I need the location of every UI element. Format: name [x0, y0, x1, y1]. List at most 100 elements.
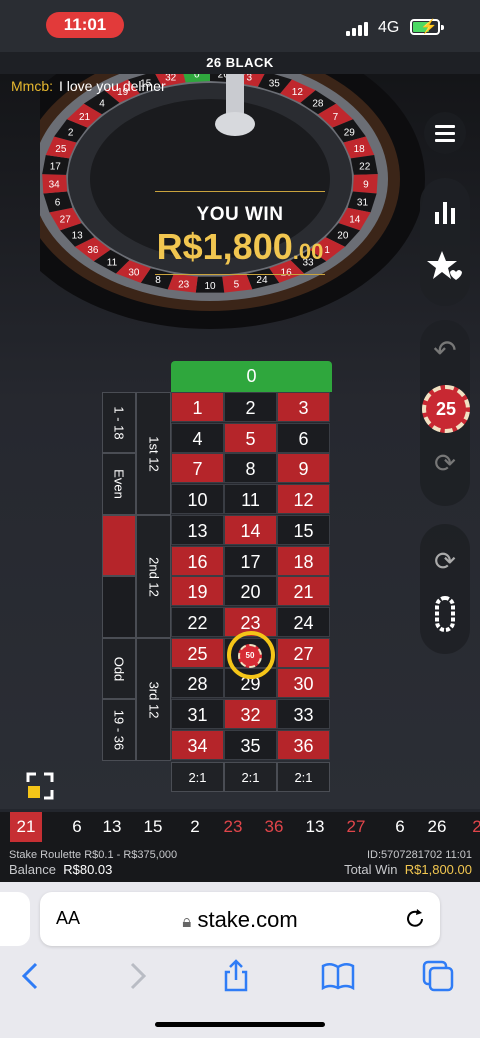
- game-limits: Stake Roulette R$0.1 - R$375,000: [9, 849, 177, 861]
- total-win-value: R$1,800.00: [404, 862, 472, 877]
- bet-odd[interactable]: Odd: [102, 638, 136, 699]
- table-cell-7[interactable]: 7: [171, 453, 224, 484]
- history-number: 21: [10, 812, 42, 842]
- chat-text: I love you delmer: [59, 78, 166, 94]
- bookmarks-icon[interactable]: [320, 958, 356, 994]
- bet-low[interactable]: 1 - 18: [102, 392, 136, 453]
- table-cell-19[interactable]: 19: [171, 576, 224, 607]
- placed-chip: 50: [238, 644, 262, 668]
- table-cell-36[interactable]: 36: [277, 729, 330, 760]
- reload-icon[interactable]: [404, 908, 426, 930]
- bet-dozen-1[interactable]: 1st 12: [136, 392, 171, 515]
- round-time: 11:01: [445, 849, 472, 861]
- table-cell-5[interactable]: 5: [224, 422, 277, 453]
- bet-black[interactable]: [102, 576, 136, 638]
- network-type: 4G: [378, 19, 400, 36]
- table-cell-33[interactable]: 33: [277, 699, 330, 729]
- table-cell-zero[interactable]: 0: [171, 361, 332, 392]
- table-cell-22[interactable]: 22: [171, 606, 224, 637]
- bet-even[interactable]: Even: [102, 453, 136, 515]
- table-cell-14[interactable]: 14: [224, 514, 277, 545]
- menu-button[interactable]: [424, 112, 466, 154]
- back-icon[interactable]: [14, 958, 50, 994]
- table-cell-20[interactable]: 20: [224, 576, 277, 607]
- previous-tab[interactable]: [0, 892, 30, 946]
- stats-panel: [420, 178, 470, 306]
- table-cell-13[interactable]: 13: [171, 514, 224, 545]
- wheel-number: 2: [68, 127, 74, 138]
- bet-column-1[interactable]: 2:1: [171, 762, 224, 792]
- wheel-number: 21: [79, 112, 91, 123]
- bet-column-3[interactable]: 2:1: [277, 762, 330, 792]
- table-cell-1[interactable]: 1: [171, 392, 224, 422]
- table-cell-34[interactable]: 34: [171, 729, 224, 760]
- table-cell-28[interactable]: 28: [171, 668, 224, 699]
- bet-even-label: Even: [111, 469, 127, 499]
- table-cell-15[interactable]: 15: [277, 514, 330, 545]
- table-cell-3[interactable]: 3: [277, 392, 330, 422]
- bet-dozen-2[interactable]: 2nd 12: [136, 515, 171, 638]
- wheel-number: 5: [234, 279, 240, 290]
- stats-icon[interactable]: [420, 198, 470, 228]
- dozen-2-label: 2nd 12: [146, 556, 161, 597]
- tabs-icon[interactable]: [420, 958, 456, 994]
- wheel-number: 30: [128, 268, 140, 279]
- table-cell-11[interactable]: 11: [224, 484, 277, 515]
- table-cell-31[interactable]: 31: [171, 699, 224, 729]
- table-cell-6[interactable]: 6: [277, 422, 330, 453]
- wheel-number: 28: [312, 98, 324, 109]
- table-cell-24[interactable]: 24: [277, 606, 330, 637]
- table-cell-25[interactable]: 25: [171, 637, 224, 668]
- history-number: 6: [395, 817, 405, 836]
- table-cell-32[interactable]: 32: [224, 699, 277, 729]
- table-cell-8[interactable]: 8: [224, 453, 277, 484]
- lock-icon: 🔒︎: [182, 912, 192, 931]
- win-divider: [155, 274, 325, 275]
- results-history: 21 6 13 15 2 23 36 13 27 6 26 2: [0, 812, 480, 842]
- table-cell-21[interactable]: 21: [277, 576, 330, 607]
- wheel-number: 4: [99, 98, 105, 109]
- game-info-bar: Stake Roulette R$0.1 - R$375,000 Balance…: [0, 842, 480, 882]
- table-cell-9[interactable]: 9: [277, 453, 330, 484]
- history-number: 23: [223, 817, 243, 836]
- dozen-1-label: 1st 12: [146, 435, 161, 472]
- bet-high[interactable]: 19 - 36: [102, 699, 136, 761]
- table-cell-18[interactable]: 18: [277, 545, 330, 576]
- table-cell-12[interactable]: 12: [277, 484, 330, 515]
- last-result: 26 BLACK: [0, 52, 480, 74]
- browser-chrome: AA 🔒︎ stake.com: [0, 882, 480, 1038]
- round-id: ID:5707281702: [366, 849, 443, 861]
- bet-column-2[interactable]: 2:1: [224, 762, 277, 792]
- wheel-number: 7: [333, 112, 339, 123]
- history-number: 13: [305, 817, 325, 836]
- table-cell-2[interactable]: 2: [224, 392, 277, 422]
- autoplay-icon[interactable]: ⟳: [420, 546, 470, 577]
- history-number: 15: [143, 817, 163, 836]
- rebet-icon[interactable]: ⟳: [420, 448, 470, 479]
- forward-icon[interactable]: [118, 958, 154, 994]
- bet-red[interactable]: [102, 515, 136, 576]
- url-text: 🔒︎ stake.com: [40, 907, 440, 933]
- table-cell-30[interactable]: 30: [277, 668, 330, 699]
- battery-icon: ⚡: [410, 18, 444, 35]
- fullscreen-icon[interactable]: [26, 772, 54, 800]
- bet-odd-label: Odd: [111, 656, 127, 681]
- wheel-number: 24: [256, 275, 268, 286]
- racetrack-icon[interactable]: [420, 594, 470, 634]
- bet-dozen-3[interactable]: 3rd 12: [136, 638, 171, 761]
- share-icon[interactable]: [218, 958, 254, 994]
- wheel-number: 17: [50, 162, 62, 173]
- chip-selector[interactable]: 25: [422, 385, 470, 433]
- table-cell-4[interactable]: 4: [171, 422, 224, 453]
- table-cell-27[interactable]: 27: [277, 637, 330, 668]
- table-cell-16[interactable]: 16: [171, 545, 224, 576]
- address-bar[interactable]: AA 🔒︎ stake.com: [40, 892, 440, 946]
- balance: Balance R$80.03: [9, 862, 112, 877]
- table-cell-35[interactable]: 35: [224, 729, 277, 760]
- favorites-icon[interactable]: [420, 248, 470, 282]
- wheel-number: 23: [178, 279, 190, 290]
- table-cell-17[interactable]: 17: [224, 545, 277, 576]
- table-cell-10[interactable]: 10: [171, 484, 224, 515]
- undo-icon[interactable]: ↶: [420, 334, 470, 367]
- dozen-3-label: 3rd 12: [146, 681, 161, 718]
